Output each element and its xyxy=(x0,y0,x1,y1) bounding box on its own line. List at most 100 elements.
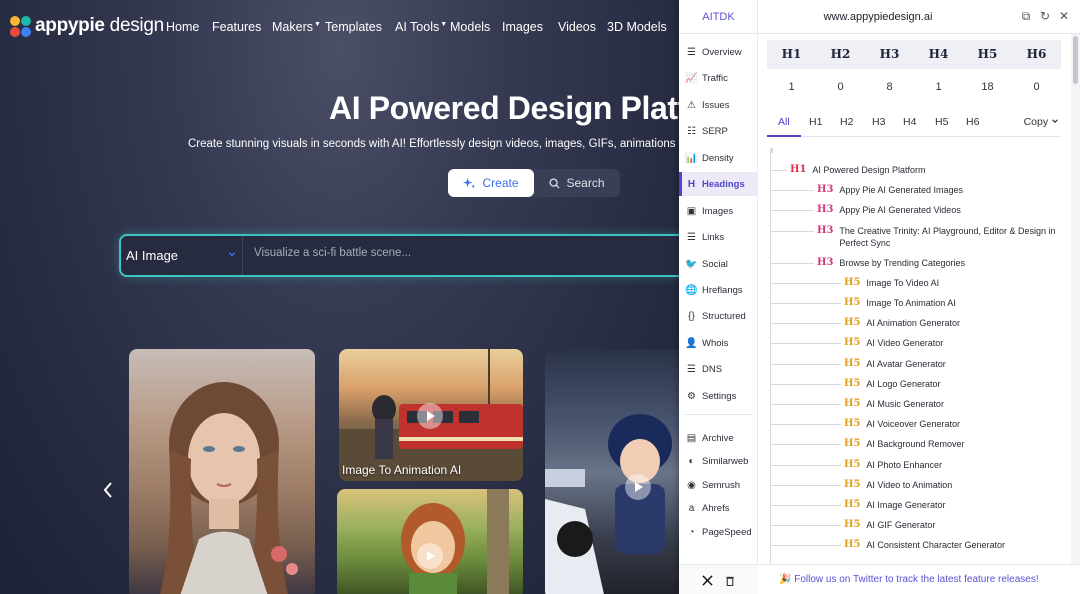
site-logo[interactable]: appypie design xyxy=(10,15,164,37)
nav-link-images[interactable]: Images xyxy=(502,20,543,34)
sidebar-item-label: Links xyxy=(702,231,725,243)
nav-link-features[interactable]: Features xyxy=(212,20,261,34)
nav-link-models[interactable]: Models xyxy=(450,20,490,34)
heading-row[interactable]: H5 AI Video to Animation xyxy=(844,479,1064,491)
heading-row[interactable]: H5 AI Avatar Generator xyxy=(844,358,1064,370)
gallery-card-portrait[interactable] xyxy=(129,349,315,594)
heading-row[interactable]: H5 AI Music Generator xyxy=(844,398,1064,410)
prompt-input[interactable]: Visualize a sci-fi battle scene... xyxy=(254,247,411,259)
heading-row[interactable]: H3 The Creative Trinity: AI Playground, E… xyxy=(817,225,1064,249)
trash-icon[interactable] xyxy=(725,575,735,586)
sidebar-item-label: Overview xyxy=(702,46,742,58)
tree-connector xyxy=(770,282,841,284)
x-twitter-icon[interactable] xyxy=(702,574,713,586)
tree-connector xyxy=(770,505,841,506)
copy-dropdown[interactable]: Copy xyxy=(1024,116,1059,128)
sidebar-item-images[interactable]: ▣ Images xyxy=(679,199,758,223)
tree-connector xyxy=(770,424,841,426)
heading-text: AI Image Generator xyxy=(866,500,946,510)
play-icon[interactable] xyxy=(417,403,443,429)
scroll-thumb[interactable] xyxy=(1073,36,1078,84)
sidebar-item-serp[interactable]: ☷ SERP xyxy=(679,119,758,143)
heading-row[interactable]: H5 Image To Animation AI xyxy=(844,297,1064,309)
tree-connector xyxy=(770,484,841,486)
sidebar-item-similarweb[interactable]: ◐ Similarweb xyxy=(679,449,758,473)
sidebar-item-settings[interactable]: ⚙ Settings xyxy=(679,384,758,408)
social-icon: 🐦 xyxy=(685,258,698,270)
refresh-icon[interactable]: ↻ xyxy=(1039,10,1051,22)
heading-row[interactable]: H5 AI Video Generator xyxy=(844,337,1064,349)
chevron-left-icon[interactable] xyxy=(101,481,115,499)
nav-link-3d-models[interactable]: 3D Models xyxy=(607,20,667,34)
caret-down-icon: ▼ xyxy=(313,21,321,28)
nav-link-templates[interactable]: Templates xyxy=(325,20,382,34)
play-icon[interactable] xyxy=(625,474,651,500)
heading-row[interactable]: H5 AI Consistent Character Generator xyxy=(844,539,1064,551)
count-header-h3: H3 xyxy=(879,47,900,61)
sidebar-item-structured[interactable]: {} Structured xyxy=(679,304,758,328)
heading-row[interactable]: H5 AI Voiceover Generator xyxy=(844,418,1064,430)
crop-icon[interactable]: ⧉ xyxy=(1020,10,1032,22)
heading-text: AI GIF Generator xyxy=(866,520,936,531)
heading-row[interactable]: H1 AI Powered Design Platform xyxy=(790,164,1064,176)
sidebar-item-pagespeed[interactable]: ◔ PageSpeed xyxy=(679,520,758,544)
tab-h2[interactable]: H2 xyxy=(840,116,853,128)
heading-text: AI Music Generator xyxy=(866,399,944,409)
sidebar-item-dns[interactable]: ☰ DNS xyxy=(679,357,758,381)
sidebar-item-hreflangs[interactable]: 🌐 Hreflangs xyxy=(679,278,758,302)
scrollbar[interactable] xyxy=(1071,34,1080,574)
heading-row[interactable]: H5 AI Photo Enhancer xyxy=(844,459,1064,471)
heading-level-badge: H3 xyxy=(817,184,834,196)
nav-link-videos[interactable]: Videos xyxy=(558,20,596,34)
dns-icon: ☰ xyxy=(687,363,696,375)
heading-row[interactable]: H5 AI Image Generator xyxy=(844,499,1064,511)
tab-h3[interactable]: H3 xyxy=(872,116,885,128)
tree-connector xyxy=(770,323,841,325)
gallery-card-train[interactable]: Image To Animation AI xyxy=(339,349,523,481)
sidebar-item-density[interactable]: 📊 Density xyxy=(679,146,758,170)
tab-h4[interactable]: H4 xyxy=(903,116,916,128)
sidebar-item-issues[interactable]: ⚠ Issues xyxy=(679,93,758,117)
twitter-follow-link[interactable]: 🎉 Follow us on Twitter to track the late… xyxy=(779,574,1039,585)
sidebar-item-overview[interactable]: ☰ Overview xyxy=(679,40,758,64)
copy-label: Copy xyxy=(1023,116,1049,128)
play-icon[interactable] xyxy=(417,543,443,569)
close-icon[interactable]: ✕ xyxy=(1058,10,1070,22)
sidebar-item-social[interactable]: 🐦 Social xyxy=(679,252,758,276)
heading-row[interactable]: H3 Appy Pie AI Generated Videos xyxy=(817,204,1064,216)
sidebar-item-semrush[interactable]: ◉ Semrush xyxy=(679,473,758,497)
sidebar-item-archive[interactable]: ▤ Archive xyxy=(679,426,758,450)
sidebar-item-label: Whois xyxy=(702,337,729,349)
create-search-toggle: Create Search xyxy=(448,169,620,197)
tab-h5[interactable]: H5 xyxy=(935,116,948,128)
heading-row[interactable]: H5 Image To Video AI xyxy=(844,277,1064,289)
tree-connector xyxy=(770,210,814,212)
tab-h1[interactable]: H1 xyxy=(809,116,822,128)
heading-row[interactable]: H3 Appy Pie AI Generated Images xyxy=(817,184,1064,196)
heading-row[interactable]: H3 Browse by Trending Categories xyxy=(817,257,1064,269)
nav-link-home[interactable]: Home xyxy=(166,20,199,34)
sidebar-item-label: DNS xyxy=(702,363,723,375)
search-button[interactable]: Search xyxy=(534,169,620,197)
tab-all[interactable]: All xyxy=(778,116,790,128)
nav-link-ai-tools[interactable]: AI Tools ▼ xyxy=(395,20,447,34)
create-button[interactable]: Create xyxy=(448,169,534,197)
page-domain: www.appypiedesign.ai xyxy=(823,10,933,23)
nav-link-makers[interactable]: Makers ▼ xyxy=(272,20,321,34)
heading-row[interactable]: H5 AI Animation Generator xyxy=(844,317,1064,329)
website: appypie design Home Features Makers ▼ Templa… xyxy=(0,0,679,594)
tab-h6[interactable]: H6 xyxy=(966,116,979,128)
gallery-card-animation[interactable] xyxy=(337,489,523,594)
heading-row[interactable]: H5 AI GIF Generator xyxy=(844,519,1064,531)
model-select[interactable]: AI Image xyxy=(121,236,243,275)
gallery-card-baby[interactable] xyxy=(545,349,679,594)
heading-row[interactable]: H5 AI Logo Generator xyxy=(844,378,1064,390)
sidebar-item-whois[interactable]: 👤 Whois xyxy=(679,331,758,355)
tree-connector xyxy=(770,230,814,232)
sidebar-item-headings[interactable]: H Headings xyxy=(679,172,758,196)
sidebar-item-traffic[interactable]: 📈 Traffic xyxy=(679,66,758,90)
heading-row[interactable]: H5 AI Background Remover xyxy=(844,438,1064,450)
sidebar-item-links[interactable]: ☰ Links xyxy=(679,225,758,249)
sidebar-item-ahrefs[interactable]: a Ahrefs xyxy=(679,496,758,520)
nav-link-label: Videos xyxy=(558,20,596,34)
